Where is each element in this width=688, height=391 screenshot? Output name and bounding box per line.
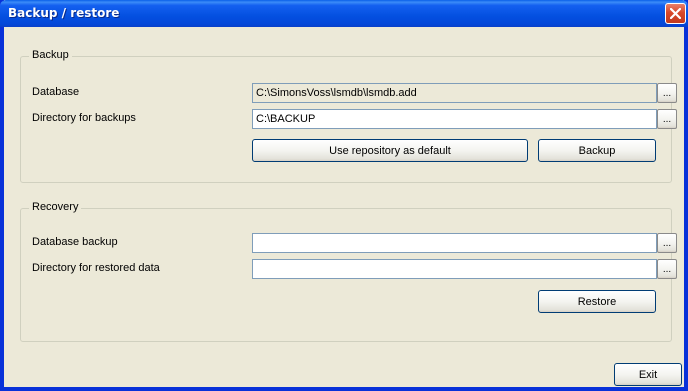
backup-restore-window: Backup / restore Backup Database C:\Simo…	[0, 0, 688, 391]
database-field[interactable]: C:\SimonsVoss\lsmdb\lsmdb.add	[252, 83, 657, 103]
backup-directory-field[interactable]: C:\BACKUP	[252, 109, 657, 129]
backup-group-title: Backup	[29, 49, 72, 61]
backup-directory-browse-button[interactable]: ...	[657, 109, 677, 129]
exit-button[interactable]: Exit	[614, 363, 682, 386]
database-label: Database	[32, 86, 80, 98]
restored-directory-label: Directory for restored data	[32, 262, 160, 274]
close-icon	[670, 8, 681, 19]
database-browse-button[interactable]: ...	[657, 83, 677, 103]
backup-directory-label: Directory for backups	[32, 112, 136, 124]
database-backup-field[interactable]	[252, 233, 657, 253]
window-title: Backup / restore	[8, 6, 120, 20]
recovery-group-title: Recovery	[29, 201, 82, 213]
database-backup-label: Database backup	[32, 236, 118, 248]
restored-directory-browse-button[interactable]: ...	[657, 259, 677, 279]
use-repository-button[interactable]: Use repository as default	[252, 139, 528, 162]
title-bar[interactable]: Backup / restore	[0, 0, 688, 27]
database-backup-browse-button[interactable]: ...	[657, 233, 677, 253]
restored-directory-field[interactable]	[252, 259, 657, 279]
backup-button[interactable]: Backup	[538, 139, 656, 162]
restore-button[interactable]: Restore	[538, 290, 656, 313]
close-button[interactable]	[665, 3, 686, 24]
